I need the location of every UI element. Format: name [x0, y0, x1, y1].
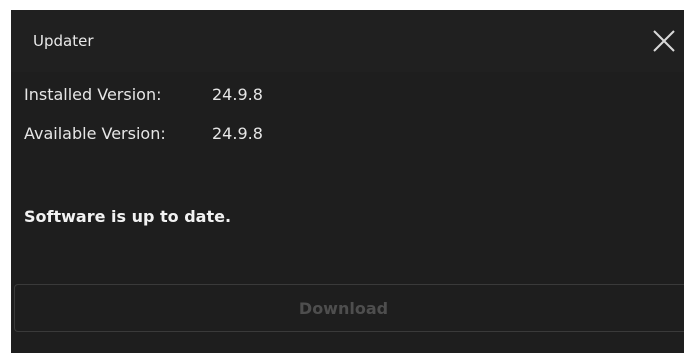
installed-version-label: Installed Version:: [24, 85, 162, 104]
title-bar: Updater: [11, 10, 684, 72]
update-status-message: Software is up to date.: [24, 207, 232, 226]
installed-version-value: 24.9.8: [212, 85, 263, 104]
window-title: Updater: [33, 32, 94, 50]
close-button[interactable]: [649, 26, 679, 56]
close-icon: [653, 30, 675, 52]
download-button-label: Download: [298, 298, 389, 318]
available-version-row: Available Version: 24.9.8: [24, 124, 263, 144]
available-version-value: 24.9.8: [212, 124, 263, 143]
download-button[interactable]: Download: [14, 284, 684, 332]
installed-version-row: Installed Version: 24.9.8: [24, 85, 263, 105]
available-version-label: Available Version:: [24, 124, 166, 143]
